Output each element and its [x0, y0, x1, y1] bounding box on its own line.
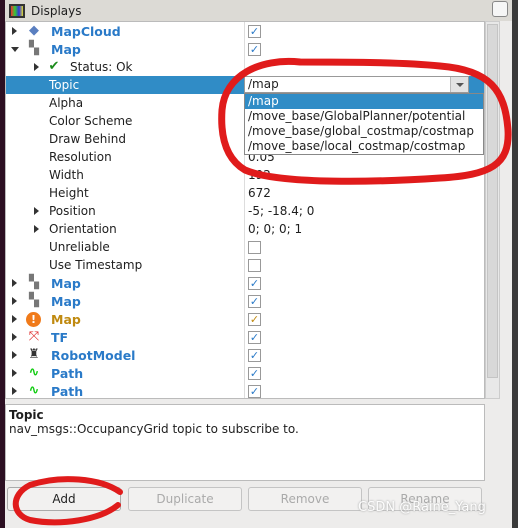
display-row-map-warning[interactable]: ! Map ✓	[6, 310, 484, 328]
mapcloud-icon: ◆	[29, 23, 39, 38]
display-enabled-checkbox[interactable]: ✓	[248, 276, 261, 290]
expand-arrow-icon[interactable]	[34, 225, 39, 233]
property-value: 672	[248, 186, 271, 200]
map-grid-icon: ▚	[29, 275, 39, 290]
expand-arrow-icon[interactable]	[12, 333, 17, 341]
panel-title: Displays	[31, 3, 82, 18]
robot-icon: ♜	[28, 347, 40, 362]
display-name: Map	[51, 311, 81, 327]
watermark: CSDN @Raine_Yang	[358, 500, 486, 515]
expand-arrow-icon[interactable]	[34, 207, 39, 215]
use-timestamp-checkbox[interactable]	[248, 258, 261, 272]
unreliable-checkbox[interactable]	[248, 240, 261, 254]
expand-arrow-icon[interactable]	[12, 279, 17, 287]
display-enabled-checkbox[interactable]: ✓	[248, 294, 261, 308]
property-row-position[interactable]: Position -5; -18.4; 0	[6, 202, 484, 220]
property-label: Color Scheme	[49, 114, 133, 128]
tree-scrollbar[interactable]	[485, 21, 500, 399]
topic-option[interactable]: /move_base/GlobalPlanner/potential	[245, 109, 483, 124]
display-enabled-checkbox[interactable]: ✓	[248, 24, 261, 38]
display-enabled-checkbox[interactable]: ✓	[248, 366, 261, 380]
property-value: 0; 0; 0; 1	[248, 222, 303, 236]
property-row-height[interactable]: Height 672	[6, 184, 484, 202]
display-row-robotmodel[interactable]: ♜ RobotModel ✓	[6, 346, 484, 364]
path-icon: ∿	[28, 383, 40, 398]
property-label: Use Timestamp	[49, 258, 143, 272]
property-value: 192	[248, 168, 271, 182]
warning-icon: !	[26, 311, 41, 327]
display-row-map[interactable]: ▚ Map ✓	[6, 292, 484, 310]
status-text: Status: Ok	[70, 60, 133, 74]
property-label: Topic	[49, 78, 80, 92]
display-name: Map	[51, 41, 81, 57]
display-name: Path	[51, 365, 84, 381]
expand-arrow-icon[interactable]	[12, 27, 17, 35]
property-label: Draw Behind	[49, 132, 126, 146]
close-panel-button[interactable]	[492, 1, 508, 17]
display-enabled-checkbox[interactable]: ✓	[248, 312, 261, 326]
property-label: Height	[49, 186, 89, 200]
property-row-use-timestamp[interactable]: Use Timestamp	[6, 256, 484, 274]
property-row-width[interactable]: Width 192	[6, 166, 484, 184]
display-name: Map	[51, 293, 81, 309]
description-text: nav_msgs::OccupancyGrid topic to subscri…	[9, 422, 299, 436]
property-row-orientation[interactable]: Orientation 0; 0; 0; 1	[6, 220, 484, 238]
property-value: -5; -18.4; 0	[248, 204, 315, 218]
duplicate-button[interactable]: Duplicate	[128, 487, 242, 511]
expand-arrow-icon[interactable]	[12, 315, 17, 323]
property-label: Position	[49, 204, 96, 218]
scrollbar-thumb[interactable]	[487, 24, 498, 378]
display-row-mapcloud[interactable]: ◆ MapCloud ✓	[6, 22, 484, 40]
topic-combobox-value: /map	[248, 77, 279, 91]
display-enabled-checkbox[interactable]: ✓	[248, 330, 261, 344]
displays-monitor-icon	[9, 3, 25, 18]
property-label: Alpha	[49, 96, 84, 110]
remove-button[interactable]: Remove	[248, 487, 362, 511]
panel-title-bar: Displays	[5, 0, 512, 21]
add-button[interactable]: Add	[7, 487, 121, 511]
map-grid-icon: ▚	[29, 293, 39, 308]
topic-combobox[interactable]: /map	[244, 76, 469, 93]
collapse-arrow-icon[interactable]	[11, 47, 19, 52]
expand-arrow-icon[interactable]	[34, 63, 39, 71]
display-name: RobotModel	[51, 347, 136, 363]
display-name: Map	[51, 275, 81, 291]
status-row[interactable]: ✔ Status: Ok	[6, 58, 484, 76]
display-name: MapCloud	[51, 23, 121, 39]
path-icon: ∿	[28, 365, 40, 380]
display-enabled-checkbox[interactable]: ✓	[248, 42, 261, 56]
map-grid-icon: ▚	[29, 41, 39, 56]
property-description-panel: Topic nav_msgs::OccupancyGrid topic to s…	[5, 404, 485, 481]
topic-dropdown-list[interactable]: /map /move_base/GlobalPlanner/potential …	[244, 93, 484, 155]
topic-option[interactable]: /move_base/global_costmap/costmap	[245, 124, 483, 139]
checkmark-icon: ✔	[48, 59, 60, 74]
display-row-map[interactable]: ▚ Map ✓	[6, 40, 484, 58]
tf-axes-icon: ⤧	[28, 329, 40, 344]
property-row-unreliable[interactable]: Unreliable	[6, 238, 484, 256]
display-row-path[interactable]: ∿ Path ✓	[6, 364, 484, 382]
dropdown-arrow-icon[interactable]	[450, 77, 468, 92]
display-name: TF	[51, 329, 69, 345]
display-row-path[interactable]: ∿ Path ✓	[6, 382, 484, 399]
property-label: Orientation	[49, 222, 117, 236]
description-title: Topic	[9, 408, 44, 422]
property-label: Unreliable	[49, 240, 110, 254]
property-label: Resolution	[49, 150, 112, 164]
display-enabled-checkbox[interactable]: ✓	[248, 348, 261, 362]
display-name: Path	[51, 383, 84, 399]
property-label: Width	[49, 168, 84, 182]
expand-arrow-icon[interactable]	[12, 351, 17, 359]
topic-option[interactable]: /map	[245, 94, 483, 109]
background-strip	[512, 0, 518, 528]
display-row-tf[interactable]: ⤧ TF ✓	[6, 328, 484, 346]
expand-arrow-icon[interactable]	[12, 297, 17, 305]
display-enabled-checkbox[interactable]: ✓	[248, 384, 261, 398]
topic-option[interactable]: /move_base/local_costmap/costmap	[245, 139, 483, 154]
expand-arrow-icon[interactable]	[12, 369, 17, 377]
display-row-map[interactable]: ▚ Map ✓	[6, 274, 484, 292]
expand-arrow-icon[interactable]	[12, 387, 17, 395]
